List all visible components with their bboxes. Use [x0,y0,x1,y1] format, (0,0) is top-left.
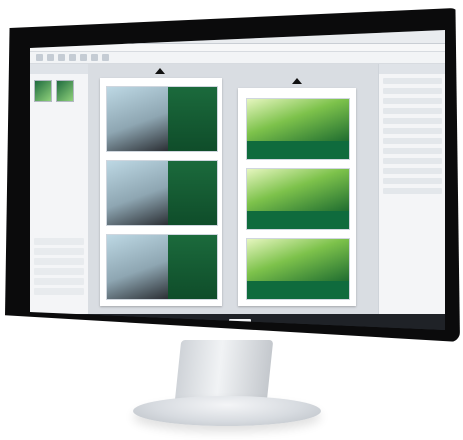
card-tile[interactable] [246,168,350,230]
card-image [247,239,349,281]
property-row[interactable] [383,108,442,114]
toolbar-button-icon[interactable] [69,54,76,61]
app-toolbar [30,52,445,64]
left-panel [30,64,89,314]
property-row[interactable] [383,148,442,154]
card-promo [167,87,217,151]
print-sheet[interactable] [100,78,222,306]
toolbar-button-icon[interactable] [36,54,43,61]
layers-tree [30,234,88,314]
monitor-stand-neck [174,340,274,402]
page-thumbnail[interactable] [56,80,74,102]
card-band [247,281,349,299]
right-panel [378,64,445,314]
card-band [247,141,349,159]
property-row[interactable] [383,158,442,164]
card-tile[interactable] [106,86,218,152]
card-promo [167,235,217,299]
monitor-scene [0,0,463,440]
right-panel-header [379,64,445,74]
tree-row[interactable] [34,288,84,295]
card-photo [107,87,168,151]
property-row[interactable] [383,138,442,144]
property-row[interactable] [383,78,442,84]
card-image [247,169,349,211]
card-tile[interactable] [106,160,218,226]
card-band [247,211,349,229]
card-tile[interactable] [246,98,350,160]
monitor-stand-base [133,396,321,426]
tree-row[interactable] [34,258,84,265]
toolbar-button-icon[interactable] [47,54,54,61]
property-row[interactable] [383,88,442,94]
tree-row[interactable] [34,238,84,245]
card-tile[interactable] [246,238,350,300]
property-row[interactable] [383,118,442,124]
sheet-marker-icon [292,78,302,84]
property-row[interactable] [383,98,442,104]
tree-row[interactable] [34,278,84,285]
card-image [247,99,349,141]
page-thumbnail[interactable] [34,80,52,102]
card-promo [167,161,217,225]
tree-row[interactable] [34,268,84,275]
print-sheet[interactable] [238,88,356,306]
document-workspace [88,64,378,314]
property-row[interactable] [383,188,442,194]
card-tile[interactable] [106,234,218,300]
toolbar-button-icon[interactable] [91,54,98,61]
property-row[interactable] [383,128,442,134]
left-panel-header [30,64,88,74]
card-photo [107,161,168,225]
property-row[interactable] [383,168,442,174]
tree-row[interactable] [34,248,84,255]
sheet-marker-icon [155,68,165,74]
toolbar-button-icon[interactable] [102,54,109,61]
toolbar-button-icon[interactable] [58,54,65,61]
property-row[interactable] [383,178,442,184]
card-photo [107,235,168,299]
page-thumbnails [30,74,88,108]
toolbar-button-icon[interactable] [80,54,87,61]
monitor-screen [30,30,445,330]
